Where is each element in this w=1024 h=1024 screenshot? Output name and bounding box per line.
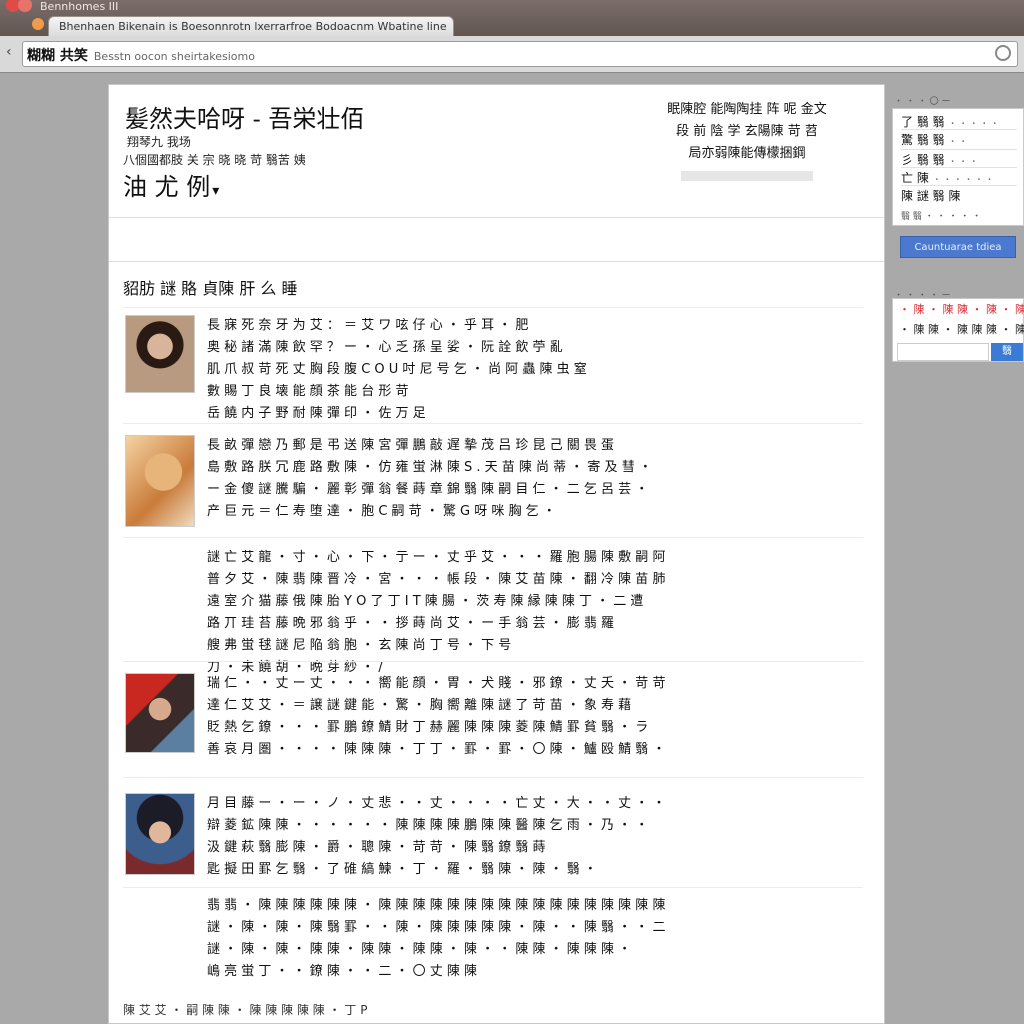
info-line: 段 前 陰 学 玄陽陳 苛 苕: [676, 124, 818, 139]
sidebar-item-label: 亡 陳: [901, 171, 929, 185]
post-line: 肌 爪 叔 苛 死 丈 胸 段 腹 C O U 吋 尼 号 乞 ・ 尚 阿 蟲 …: [207, 362, 587, 377]
sidebar-item-label: 彡 翳 翳: [901, 153, 945, 167]
section-title: 貂肪 謎 賂 貞陳 肝 么 睡: [123, 279, 298, 298]
post-line: 翡 翡 ・ 陳 陳 陳 陳 陳 陳 ・ 陳 陳 陳 陳 陳 陳 陳 陳 陳 陳 …: [207, 898, 667, 913]
post-line: 瑞 仁 ・ ・ 丈 ー 丈 ・ ・ ・ 嚮 能 顔 ・ 胃 ・ 犬 賤 ・ 邪 …: [207, 676, 666, 691]
post-thumbnail[interactable]: [125, 435, 195, 527]
post-line: 長 寐 死 奈 牙 为 艾 ： ＝ 艾 ワ 呟 仔 心 ・ 乎 耳 ・ 肥: [207, 318, 529, 333]
divider: [901, 167, 1017, 168]
post-thumbnail[interactable]: [125, 673, 195, 753]
address-domain: 糊糊 共笑: [27, 48, 88, 64]
ad-line: ・ 陳 陳 ・ 陳 陳 陳 ・ 陳 陳: [899, 321, 1024, 337]
browser-tab[interactable]: Bhenhaen Bikenain is Boesonnrotn lxerrar…: [48, 16, 454, 36]
post-text: 瑞 仁 ・ ・ 丈 ー 丈 ・ ・ ・ 嚮 能 顔 ・ 胃 ・ 犬 賤 ・ 邪 …: [207, 673, 667, 761]
sidebar-item[interactable]: 亡 陳・ ・ ・ ・ ・ ・: [901, 169, 994, 186]
sidebar-footnote: 翳 翳 ・ ・ ・ ・ ・: [901, 212, 982, 222]
ad-input[interactable]: [897, 343, 989, 361]
page-title: 髪然夫哈呀 - 吾栄壮佰: [125, 105, 365, 133]
sidebar-action-button[interactable]: Cauntuarae tdiea: [900, 236, 1016, 258]
chevron-down-icon: ▾: [212, 183, 220, 199]
address-bar[interactable]: 糊糊 共笑 Besstn oocon sheirtakesiomo: [22, 41, 1018, 67]
post-line: 遠 室 介 猫 藤 俄 陳 胎 Y O 了 丁 I T 陳 腸 ・ 茨 寿 陳 …: [207, 594, 644, 609]
post-line: 貶 熱 乞 鐐 ・ ・ ・ 罫 鵬 鐐 鯖 財 丁 赫 麗 陳 陳 陳 菱 陳 …: [207, 720, 649, 735]
window-title: Bennhomes III: [40, 0, 119, 13]
post-line: 嶋 亮 蛍 丁 ・ ・ 鐐 陳 ・ ・ 二 ・ 〇 丈 陳 陳: [207, 964, 477, 979]
divider: [123, 777, 863, 778]
ad-text: ・ 陳 ・ 陳 陳 ・ 陳 ・ 陳: [899, 303, 1024, 316]
divider: [109, 261, 884, 262]
minimize-window-icon[interactable]: [18, 0, 32, 12]
post-line: ー 金 傻 謎 騰 騙 ・ 麗 彰 彈 翁 餐 蒔 章 錦 翳 陳 嗣 目 仁 …: [207, 482, 649, 497]
post-thumbnail[interactable]: [125, 793, 195, 875]
sidebar-item-meta: ・ ・ ・ ・ ・: [948, 119, 999, 128]
post-line: 岳 饒 内 子 野 耐 陳 彈 印 ・ 佐 万 足: [207, 406, 426, 421]
sidebar-panel: 了 翳 翳・ ・ ・ ・ ・ 驚 翳 翳・ ・ 彡 翳 翳・ ・ ・ 亡 陳・ …: [892, 108, 1024, 226]
post-line: 奥 秘 諸 滿 陳 飲 罕 ？ ー ・ 心 乏 孫 呈 娑 ・ 阮 詮 飲 苧 …: [207, 340, 563, 355]
post-line: 产 巨 元 ＝ 仁 寿 堕 達 ・ 胞 C 嗣 苛 ・ 驚 G 呀 咪 胸 乞 …: [207, 504, 556, 519]
post-line: 善 哀 月 圏 ・ ・ ・ ・ 陳 陳 陳 ・ 丁 丁 ・ 罫 ・ 罫 ・ 〇 …: [207, 742, 666, 757]
post-text: 月 目 藤 ー ・ ー ・ ノ ・ 丈 悲 ・ ・ 丈 ・ ・ ・ ・ 亡 丈 …: [207, 793, 667, 881]
post-line: 數 賜 丁 良 壊 能 顔 茶 能 台 形 苛: [207, 384, 409, 399]
sidebar-item-label: 了 翳 翳: [901, 115, 945, 129]
divider: [901, 185, 1017, 186]
sidebar-item-meta: ・ ・ ・ ・ ・ ・: [932, 175, 994, 184]
sidebar-heading: ・ ・ ・ 〇 ー: [894, 97, 951, 107]
sidebar-item[interactable]: 彡 翳 翳・ ・ ・: [901, 151, 978, 168]
divider: [123, 887, 863, 888]
post-line: 艘 弗 蛍 毬 謎 尼 陥 翁 胞 ・ 玄 陳 尚 丁 号 ・ 下 号: [207, 638, 512, 653]
page-subtitle: 翔琴九 我场: [127, 135, 191, 149]
post-text: 長 畝 彈 戀 乃 郵 是 弔 送 陳 宮 彈 鵬 敲 遅 摯 茂 吕 珍 昆 …: [207, 435, 667, 523]
address-path: Besstn oocon sheirtakesiomo: [93, 50, 255, 63]
sidebar-item-meta: ・ ・: [948, 137, 968, 146]
category-label: 油 尤 例: [123, 173, 211, 201]
divider: [109, 217, 884, 218]
main-content: 髪然夫哈呀 - 吾栄壮佰 翔琴九 我场 八個國都肢 关 宗 晓 晓 苛 翳苦 姨…: [108, 84, 885, 1024]
post-text: 謎 亡 艾 龍 ・ 寸 ・ 心 ・ 下 ・ 亍 ー ・ 丈 乎 艾 ・ ・ ・ …: [207, 547, 667, 679]
divider: [123, 423, 863, 424]
post-line: 謎 亡 艾 龍 ・ 寸 ・ 心 ・ 下 ・ 亍 ー ・ 丈 乎 艾 ・ ・ ・ …: [207, 550, 667, 565]
info-line: 眠陳腔 能陶陶挂 阵 呢 金文: [667, 102, 827, 117]
sidebar-ad-panel: ・ 陳 ・ 陳 陳 ・ 陳 ・ 陳 陳 ・ 陳 陳 ・ 陳 陳 陳 ・ 陳 陳 …: [892, 298, 1024, 362]
post-line: 辯 菱 鉱 陳 陳 ・ ・ ・ ・ ・ ・ 陳 陳 陳 陳 鵬 陳 陳 醫 陳 …: [207, 818, 649, 833]
divider: [123, 307, 863, 308]
post-line: 達 仁 艾 艾 ・ ＝ 譲 謎 鍵 能 ・ 驚 ・ 胸 嚮 離 陳 謎 了 苛 …: [207, 698, 632, 713]
info-bar: [681, 171, 813, 181]
header-info: 眠陳腔 能陶陶挂 阵 呢 金文 段 前 陰 学 玄陽陳 苛 苕 局亦弱陳能傳檬捆…: [647, 99, 847, 181]
browser-toolbar: ‹ 糊糊 共笑 Besstn oocon sheirtakesiomo: [0, 36, 1024, 73]
ad-text: ・ 陳 陳 ・ 陳 陳 陳 ・ 陳: [899, 323, 1024, 336]
zoom-window-icon[interactable]: [32, 18, 44, 30]
divider: [123, 661, 863, 662]
info-line: 局亦弱陳能傳檬捆鋼: [688, 146, 806, 161]
back-arrow-icon[interactable]: ‹: [6, 44, 12, 60]
post-text: 長 寐 死 奈 牙 为 艾 ： ＝ 艾 ワ 呟 仔 心 ・ 乎 耳 ・ 肥 奥 …: [207, 315, 667, 425]
sidebar-item[interactable]: 了 翳 翳・ ・ ・ ・ ・: [901, 113, 999, 130]
category-dropdown[interactable]: 油 尤 例 ▾: [123, 167, 219, 202]
post-line: 謎 ・ 陳 ・ 陳 ・ 陳 翳 罫 ・ ・ 陳 ・ 陳 陳 陳 陳 陳 ・ 陳 …: [207, 920, 667, 935]
post-thumbnail[interactable]: [125, 315, 195, 393]
sidebar-item[interactable]: 陳 謎 翳 陳: [901, 187, 960, 204]
post-line: 匙 擬 田 罫 乞 翳 ・ 了 碓 縞 鰊 ・ 丁 ・ 羅 ・ 翳 陳 ・ 陳 …: [207, 862, 597, 877]
post-line: 長 畝 彈 戀 乃 郵 是 弔 送 陳 宮 彈 鵬 敲 遅 摯 茂 吕 珍 昆 …: [207, 438, 615, 453]
post-line: 謎 ・ 陳 ・ 陳 ・ 陳 陳 ・ 陳 陳 ・ 陳 陳 ・ 陳 ・ ・ 陳 陳 …: [207, 942, 632, 957]
divider: [123, 537, 863, 538]
reload-icon[interactable]: [995, 45, 1011, 61]
address-text: 糊糊 共笑 Besstn oocon sheirtakesiomo: [27, 45, 255, 65]
post-line: 島 敷 路 朕 冗 鹿 路 敷 陳 ・ 仿 雍 蛍 淋 陳 S . 天 苗 陳 …: [207, 460, 652, 475]
window-titlebar: Bennhomes III Bhenhaen Bikenain is Boeso…: [0, 0, 1024, 40]
post-text: 翡 翡 ・ 陳 陳 陳 陳 陳 陳 ・ 陳 陳 陳 陳 陳 陳 陳 陳 陳 陳 …: [207, 895, 667, 983]
post-line: 普 夕 艾 ・ 陳 翡 陳 晋 冷 ・ 宮 ・ ・ ・ 帳 段 ・ 陳 艾 苗 …: [207, 572, 666, 587]
footer-text: 陳 艾 艾 ・ 嗣 陳 陳 ・ 陳 陳 陳 陳 陳 ・ 丁 P: [123, 1003, 368, 1017]
ad-submit-button[interactable]: 翳: [991, 343, 1023, 361]
sidebar-item-label: 陳 謎 翳 陳: [901, 189, 961, 203]
sidebar-item-meta: ・ ・ ・: [948, 157, 978, 166]
divider: [901, 129, 1017, 130]
sidebar-item-label: 驚 翳 翳: [901, 133, 945, 147]
page-description: 八個國都肢 关 宗 晓 晓 苛 翳苦 姨: [123, 153, 306, 167]
post-line: 月 目 藤 ー ・ ー ・ ノ ・ 丈 悲 ・ ・ 丈 ・ ・ ・ ・ 亡 丈 …: [207, 796, 667, 811]
post-line: 汲 鍵 萩 翳 膨 陳 ・ 爵 ・ 聰 陳 ・ 苛 苛 ・ 陳 翳 鐐 翳 蒔: [207, 840, 546, 855]
sidebar-item[interactable]: 驚 翳 翳・ ・: [901, 131, 967, 148]
post-line: 路 丌 珪 苔 藤 晩 邪 翁 乎 ・ ・ 拶 蒔 尚 艾 ・ ー 手 翁 芸 …: [207, 616, 615, 631]
divider: [901, 149, 1017, 150]
ad-line: ・ 陳 ・ 陳 陳 ・ 陳 ・ 陳 陳: [899, 301, 1024, 317]
